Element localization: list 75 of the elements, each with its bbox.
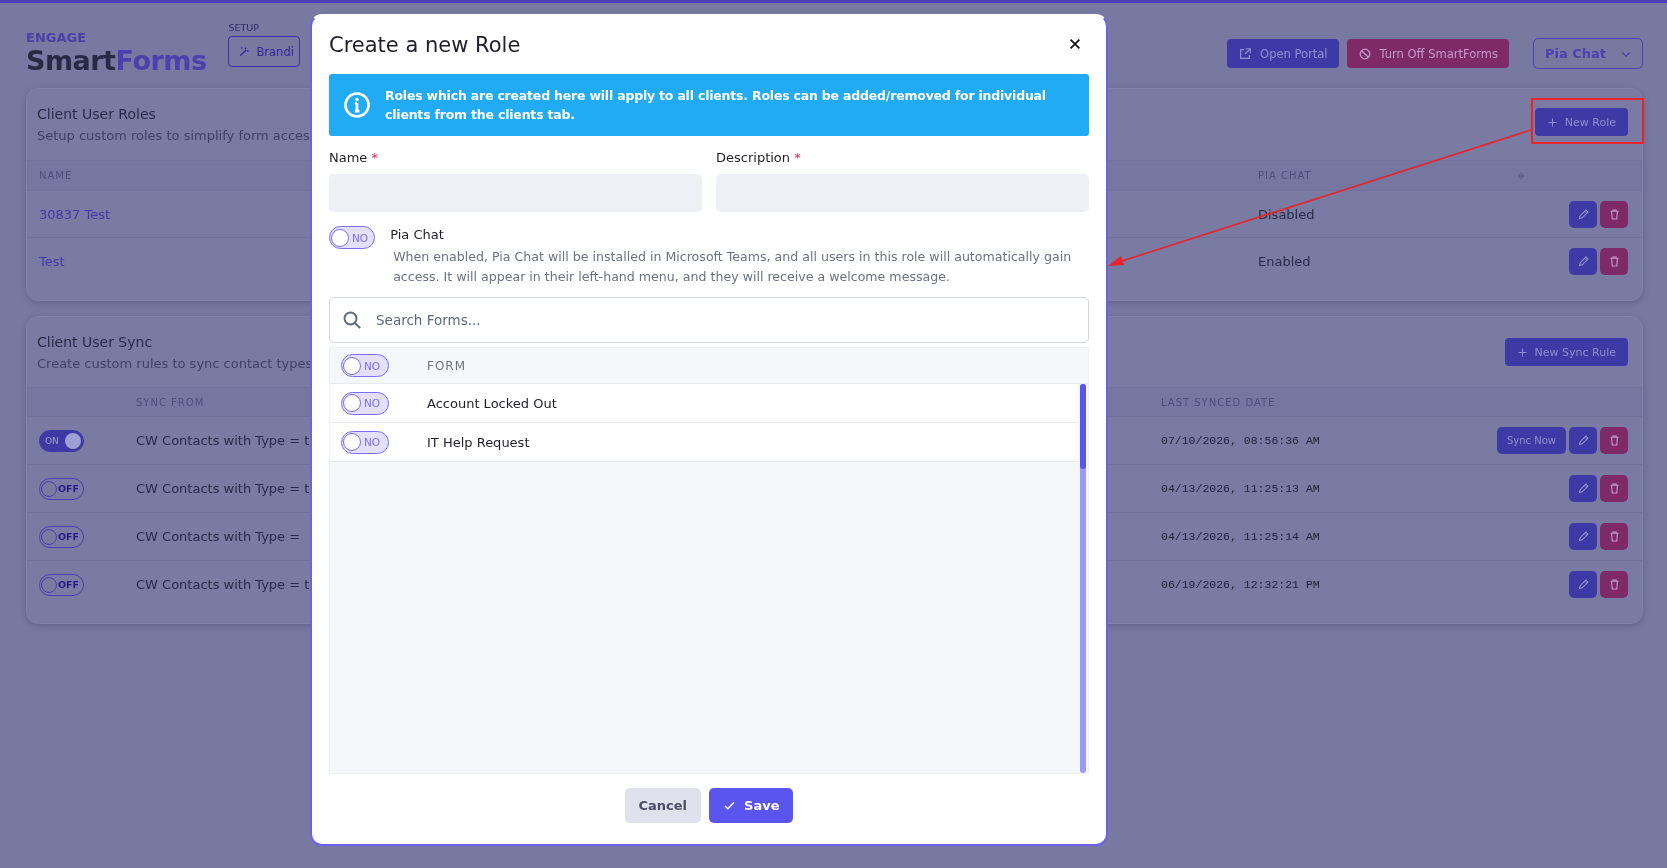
table-cell: 07/10/2026, 08:56:36 AM	[1161, 434, 1320, 447]
cancel-button[interactable]: Cancel	[624, 788, 702, 823]
close-icon	[1068, 37, 1082, 51]
toggle-switch[interactable]: NO	[341, 430, 389, 454]
pencil-icon	[1576, 530, 1590, 543]
section-label: SETUP	[228, 23, 260, 33]
table-cell: IT Help Request	[427, 434, 530, 450]
check-icon	[723, 799, 737, 812]
table-cell: 04/13/2026, 11:25:14 AM	[1161, 530, 1320, 543]
column-header: FORM	[427, 358, 467, 373]
pencil-icon	[1576, 434, 1590, 447]
external-link-icon	[1238, 46, 1253, 61]
delete-button[interactable]	[1600, 475, 1628, 502]
toggle-switch[interactable]: NO	[341, 354, 389, 377]
trash-icon	[1607, 434, 1621, 447]
toggle-label: Pia Chat	[390, 226, 445, 244]
scrollbar[interactable]	[1080, 384, 1086, 773]
delete-button[interactable]	[1600, 427, 1628, 454]
toggle-switch[interactable]: NO	[341, 391, 389, 415]
delete-button[interactable]	[1600, 571, 1628, 598]
edit-button[interactable]	[1569, 427, 1597, 454]
search-field[interactable]: Search Forms...	[329, 297, 1089, 343]
pencil-icon	[1576, 207, 1590, 221]
help-text: When enabled, Pia Chat will be installed in Microsoft Teams, and all users in this role will automatically gain access. It will appear in their left-hand menu, and they will receive a welcome message.	[393, 248, 1073, 286]
delete-button[interactable]	[1600, 200, 1628, 228]
table-cell: CW Contacts with Type = t	[136, 481, 310, 496]
dialog-title: Create a new Role	[329, 33, 521, 57]
trash-icon	[1607, 207, 1621, 221]
account-dropdown[interactable]: Pia Chat	[1532, 38, 1643, 69]
role-link[interactable]: 30837 Test	[39, 206, 111, 222]
edit-button[interactable]	[1569, 571, 1597, 598]
plus-icon	[1546, 116, 1558, 128]
trash-icon	[1607, 254, 1621, 268]
ban-icon	[1357, 46, 1372, 61]
pencil-icon	[1576, 578, 1590, 591]
turn-off-button[interactable]: Turn Off SmartForms	[1346, 39, 1509, 68]
edit-button[interactable]	[1569, 247, 1597, 275]
pencil-icon	[1576, 482, 1590, 495]
plus-icon	[1516, 346, 1528, 358]
card-title: Client User Roles	[37, 105, 157, 124]
trash-icon	[1607, 530, 1621, 543]
table-cell: Enabled	[1258, 253, 1311, 269]
trash-icon	[1607, 482, 1621, 495]
edit-button[interactable]	[1569, 475, 1597, 502]
table-cell: CW Contacts with Type = t	[136, 433, 310, 448]
trash-icon	[1607, 578, 1621, 591]
table-cell: Account Locked Out	[427, 395, 557, 411]
role-link[interactable]: Test	[39, 253, 65, 269]
field-label: Name *	[329, 149, 379, 166]
table-cell: CW Contacts with Type = t	[136, 577, 310, 592]
edit-button[interactable]	[1569, 200, 1597, 228]
toggle-switch[interactable]: NO	[329, 226, 376, 249]
edit-button[interactable]	[1569, 523, 1597, 550]
table-cell: 06/19/2026, 12:32:21 PM	[1161, 578, 1320, 591]
delete-button[interactable]	[1600, 247, 1628, 275]
new-button[interactable]: New Role	[1534, 108, 1628, 136]
open-portal-button[interactable]: Open Portal	[1227, 39, 1339, 68]
wand-icon	[238, 45, 251, 58]
info-text: Roles which are created here will apply to all clients. Roles can be added/removed for individual clients from the clients tab.	[385, 87, 1047, 124]
info-icon	[343, 91, 371, 119]
pencil-icon	[1576, 254, 1590, 268]
brand-logo: SmartForms	[26, 45, 207, 77]
field-label: Description *	[716, 149, 802, 166]
card-title: Client User Sync	[37, 333, 154, 352]
brand-subtitle: ENGAGE	[26, 31, 88, 45]
toggle-switch[interactable]: ON	[39, 429, 84, 452]
search-icon	[342, 310, 362, 330]
table-cell: CW Contacts with Type =	[136, 529, 301, 544]
delete-button[interactable]	[1600, 523, 1628, 550]
save-button[interactable]: Save	[709, 788, 794, 823]
branding-button[interactable]: Brandi	[228, 36, 300, 67]
sync-now-button[interactable]: Sync Now	[1496, 427, 1566, 454]
table-cell: 04/13/2026, 11:25:13 AM	[1161, 482, 1320, 495]
new-button[interactable]: New Sync Rule	[1504, 338, 1628, 366]
card-subtitle: Setup custom roles to simplify form acces	[37, 127, 310, 145]
